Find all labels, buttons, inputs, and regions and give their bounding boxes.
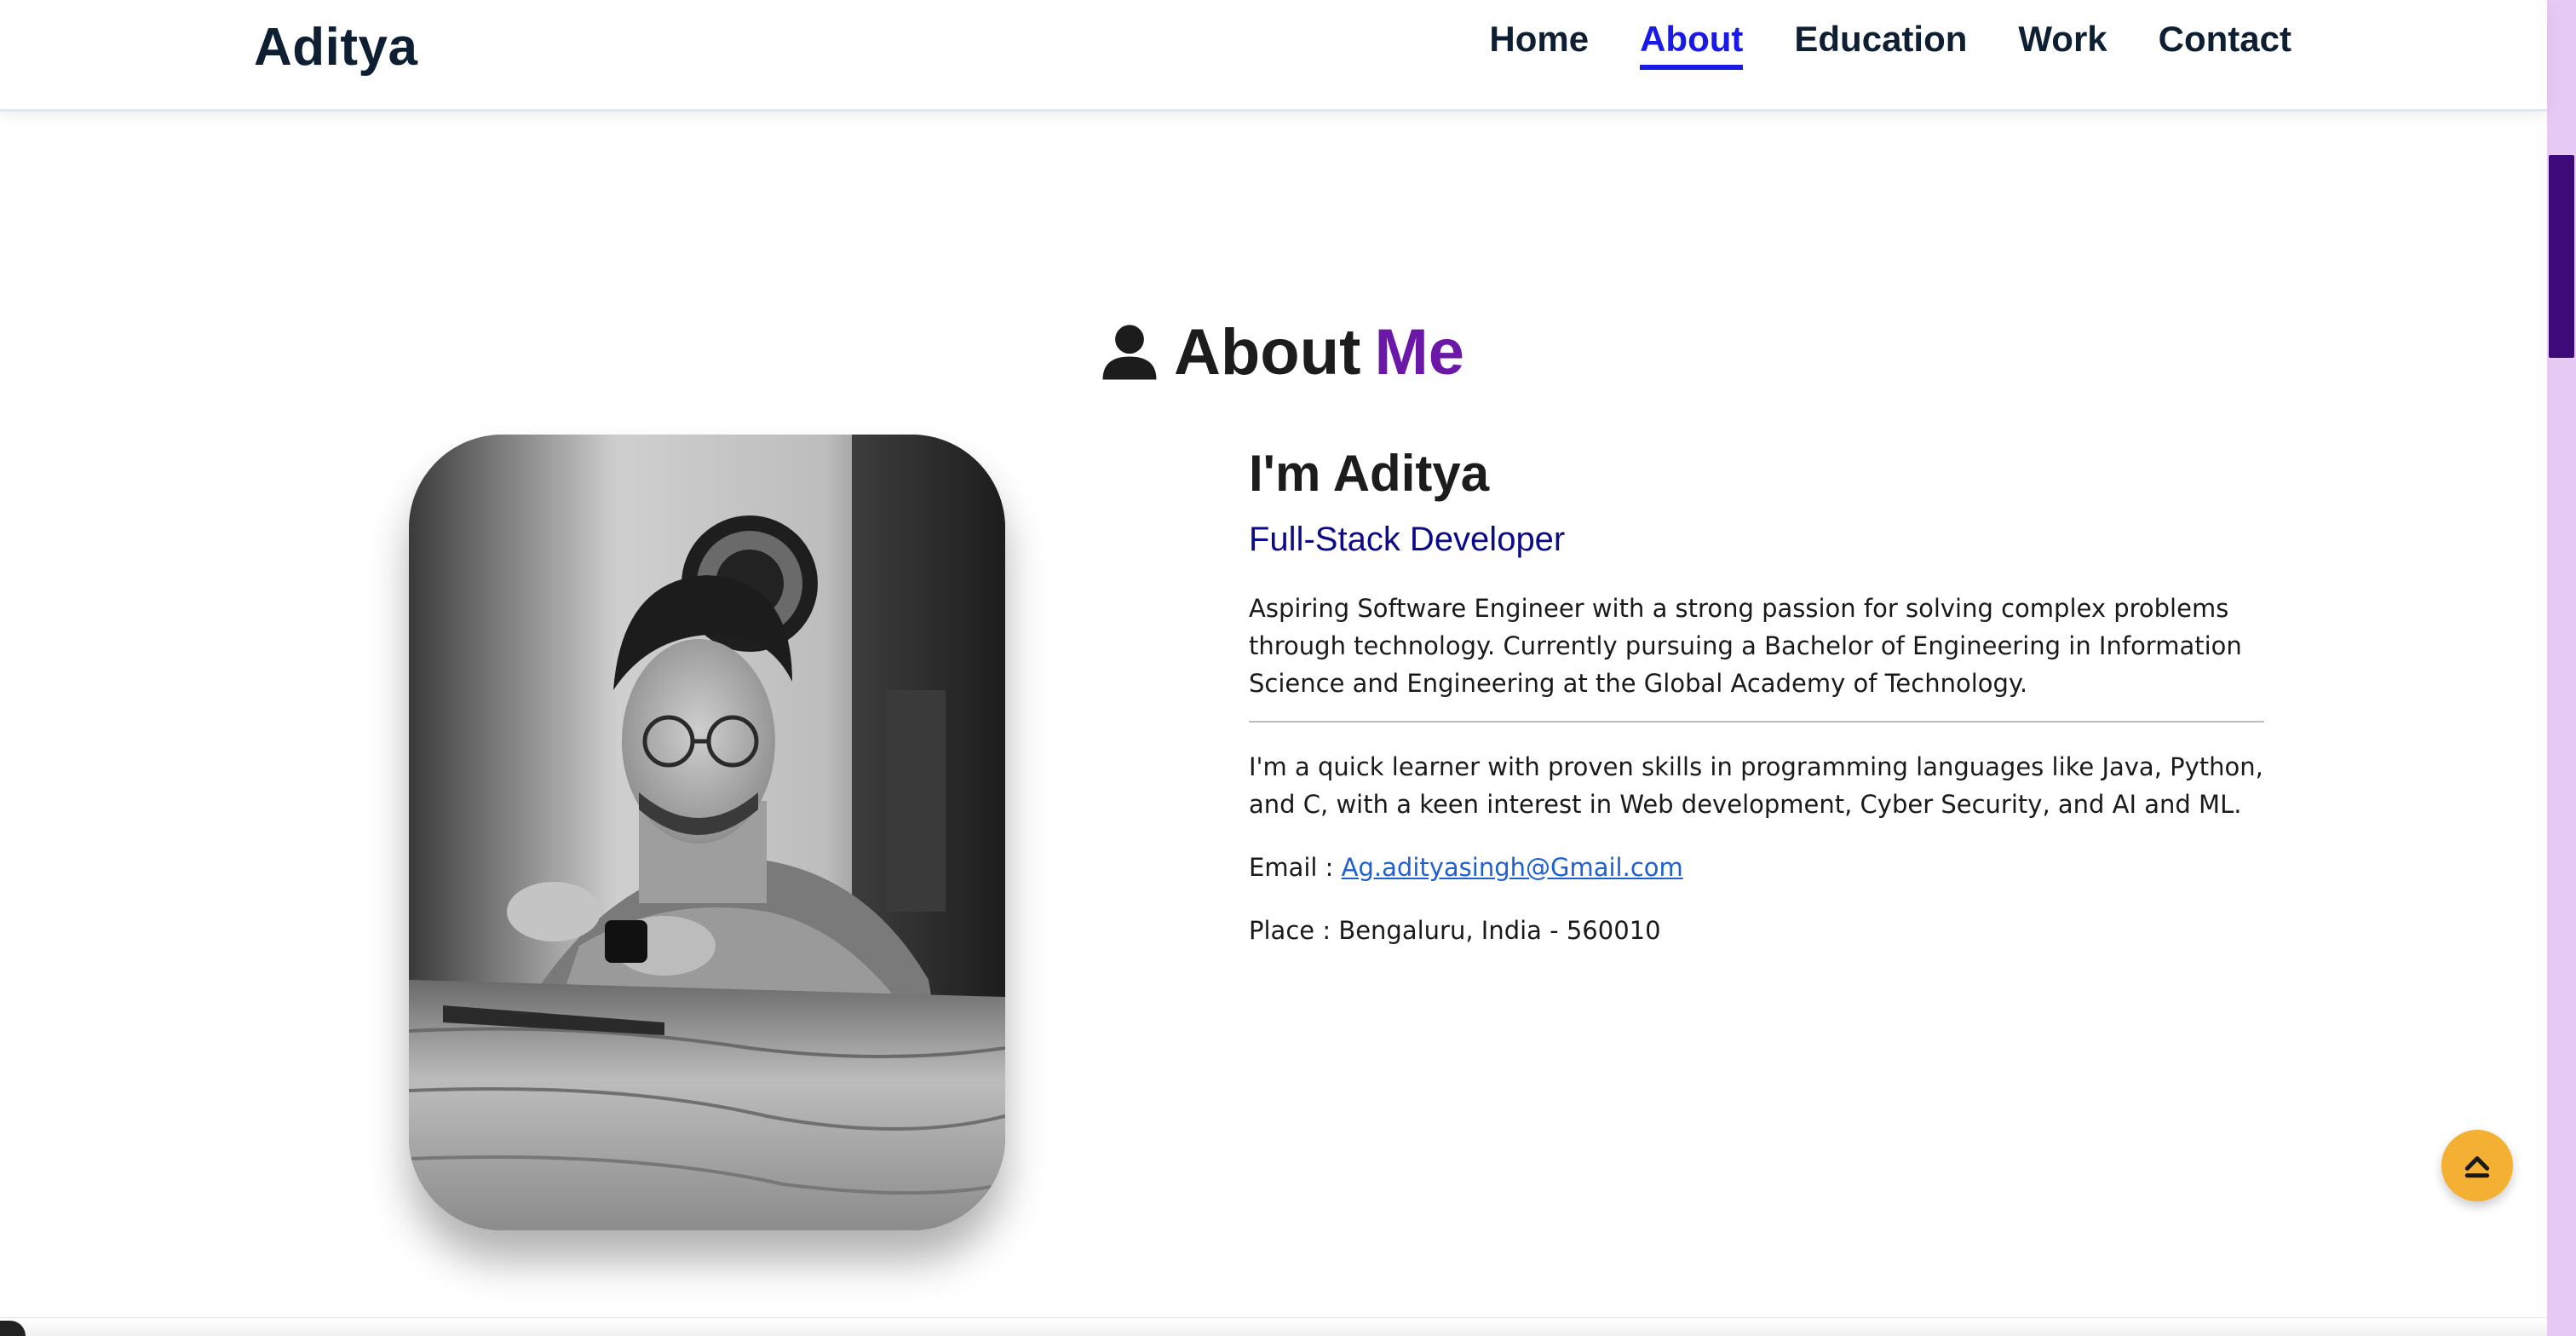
place-label: Place : — [1249, 916, 1339, 945]
about-name: I'm Aditya — [1249, 445, 1490, 502]
about-paragraph-1: Aspiring Software Engineer with a strong… — [1249, 594, 2242, 698]
section-title-accent: Me — [1374, 316, 1465, 389]
section-title: About Me — [1099, 315, 1464, 389]
brand-logo[interactable]: Aditya — [254, 17, 417, 78]
scroll-to-top-button[interactable] — [2441, 1130, 2513, 1201]
section-title-main: About — [1174, 316, 1361, 389]
nav-work[interactable]: Work — [2018, 19, 2107, 70]
profile-photo — [409, 435, 1005, 1230]
page-scrollbar[interactable] — [2547, 0, 2576, 1336]
main-nav: Home About Education Work Contact — [1489, 19, 2291, 70]
nav-home[interactable]: Home — [1489, 19, 1589, 70]
divider — [1249, 721, 2264, 723]
email-label: Email : — [1249, 853, 1342, 882]
page-bottom-edge — [0, 1317, 2547, 1336]
scrollbar-thumb[interactable] — [2549, 155, 2574, 358]
about-paragraph-2: I'm a quick learner with proven skills i… — [1249, 752, 2263, 819]
about-content: I'm Aditya Full-Stack Developer Aspiring… — [1249, 443, 2264, 949]
email-row: Email : Ag.adityasingh@Gmail.com — [1249, 849, 2264, 886]
about-role: Full-Stack Developer — [1249, 521, 1566, 558]
place-value: Bengaluru, India - 560010 — [1338, 916, 1661, 945]
user-icon — [1102, 324, 1157, 379]
site-header: Aditya Home About Education Work Contact — [0, 0, 2547, 112]
chevron-up-icon — [2464, 1156, 2490, 1178]
nav-education[interactable]: Education — [1794, 19, 1967, 70]
nav-about[interactable]: About — [1640, 19, 1744, 70]
nav-contact[interactable]: Contact — [2159, 19, 2291, 70]
email-link[interactable]: Ag.adityasingh@Gmail.com — [1342, 853, 1683, 882]
place-row: Place : Bengaluru, India - 560010 — [1249, 912, 2264, 949]
